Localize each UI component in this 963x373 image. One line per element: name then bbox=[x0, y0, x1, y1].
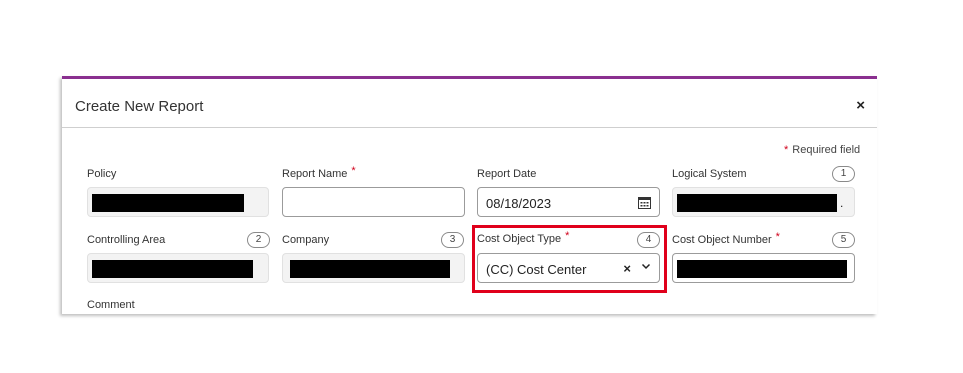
dialog-header: Create New Report × bbox=[62, 79, 877, 128]
company-field[interactable] bbox=[282, 253, 465, 283]
required-star: * bbox=[351, 165, 356, 177]
redacted-value bbox=[92, 194, 244, 212]
cost-object-number-input[interactable] bbox=[672, 253, 855, 283]
redacted-value bbox=[677, 194, 837, 212]
policy-label: Policy bbox=[87, 168, 117, 180]
required-field-text: Required field bbox=[792, 144, 861, 156]
report-name-label: Report Name * bbox=[282, 165, 356, 180]
cost-object-number-label-text: Cost Object Number bbox=[672, 234, 772, 246]
required-star: * bbox=[775, 231, 780, 243]
report-date-value: 08/18/2023 bbox=[486, 196, 552, 211]
logical-system-field[interactable]: . bbox=[672, 187, 855, 217]
calendar-icon[interactable] bbox=[638, 196, 651, 209]
logical-system-label: Logical System bbox=[672, 168, 747, 180]
company-badge: 3 bbox=[441, 232, 464, 248]
report-name-label-text: Report Name bbox=[282, 168, 348, 180]
report-name-input[interactable] bbox=[282, 187, 465, 217]
company-label: Company bbox=[282, 234, 330, 246]
redacted-value bbox=[92, 260, 253, 278]
logical-system-badge: 1 bbox=[832, 166, 855, 182]
dialog-title: Create New Report bbox=[75, 98, 204, 115]
cost-object-number-label: Cost Object Number * bbox=[672, 231, 780, 246]
controlling-area-badge: 2 bbox=[247, 232, 270, 248]
required-field-note: * Required field bbox=[784, 144, 860, 156]
report-date-input[interactable]: 08/18/2023 bbox=[477, 187, 660, 217]
required-star: * bbox=[784, 144, 789, 156]
logical-system-trailing-text: . bbox=[840, 196, 844, 210]
highlight-annotation-box bbox=[472, 225, 667, 293]
close-dialog-button[interactable]: × bbox=[856, 98, 865, 113]
policy-field[interactable] bbox=[87, 187, 269, 217]
report-date-label: Report Date bbox=[477, 168, 537, 180]
redacted-value bbox=[290, 260, 450, 278]
redacted-value bbox=[677, 260, 847, 278]
comment-label: Comment bbox=[87, 299, 135, 311]
controlling-area-label: Controlling Area bbox=[87, 234, 166, 246]
controlling-area-field[interactable] bbox=[87, 253, 269, 283]
cost-object-number-badge: 5 bbox=[832, 232, 855, 248]
